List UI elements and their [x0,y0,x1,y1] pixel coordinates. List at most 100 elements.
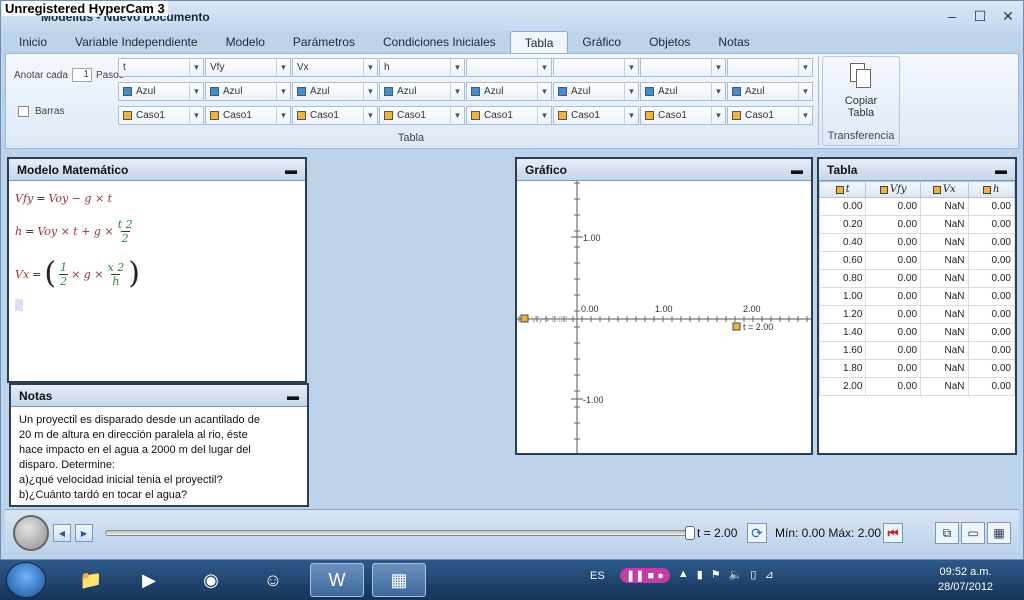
chevron-down-icon[interactable]: ▼ [537,107,551,124]
chevron-down-icon[interactable]: ▼ [711,59,725,76]
minimize-notas-icon[interactable]: ▬ [287,389,299,403]
table-row[interactable]: 1.60 0.00 NaN 0.00 [818,341,1016,360]
chevron-down-icon[interactable]: ▼ [624,83,638,100]
reset-end-icon[interactable]: ⏮ [883,523,903,543]
chevron-down-icon[interactable]: ▼ [363,107,377,124]
table-row[interactable]: 1.80 0.00 NaN 0.00 [818,359,1016,378]
tab-1[interactable]: Variable Independiente [61,31,212,53]
chevron-down-icon[interactable]: ▼ [537,59,551,76]
minimize-grafico-icon[interactable]: ▬ [791,163,803,177]
color-select[interactable]: Azul ▼ [118,82,204,101]
variable-select[interactable]: ▼ [640,58,726,77]
anotar-input[interactable]: 1 [71,68,92,82]
language-indicator[interactable]: ES [590,570,605,582]
modelo-header[interactable]: Modelo Matemático ▬ [9,159,305,181]
graph-canvas[interactable]: 1.00 -1.00 0.00 1.00 2.00 Vfy = 0.00 t =… [517,181,811,453]
chevron-down-icon[interactable]: ▼ [798,107,812,124]
column-header[interactable]: t [818,181,867,198]
table-row[interactable]: 0.60 0.00 NaN 0.00 [818,251,1016,270]
chevron-down-icon[interactable]: ▼ [711,83,725,100]
data-table[interactable]: t Vfy Vx h 0.00 0.00 NaN 0.00 0.20 0.00 NaN 0.00 0.… [818,181,1016,396]
table-row[interactable]: 1.40 0.00 NaN 0.00 [818,323,1016,342]
case-select[interactable]: Caso1 ▼ [466,106,552,125]
variable-select[interactable]: ▼ [727,58,813,77]
case-select[interactable]: Caso1 ▼ [727,106,813,125]
tray-arrow-icon[interactable]: ▲ [678,568,689,583]
chevron-down-icon[interactable]: ▼ [276,83,290,100]
variable-select[interactable]: t ▼ [118,58,204,77]
flag-icon[interactable]: ⚑ [711,568,721,583]
tab-4[interactable]: Condiciones Iniciales [369,31,510,53]
chevron-down-icon[interactable]: ▼ [798,59,812,76]
minimize-panel-icon[interactable]: ▬ [285,163,297,177]
variable-select[interactable]: ▼ [553,58,639,77]
chevron-down-icon[interactable]: ▼ [363,59,377,76]
minimize-icon[interactable]: – [945,8,959,24]
signal-icon[interactable]: ⊿ [764,568,773,583]
start-button[interactable] [6,562,46,598]
table-row[interactable]: 1.00 0.00 NaN 0.00 [818,287,1016,306]
color-select[interactable]: Azul ▼ [292,82,378,101]
equations[interactable]: Vfy = Voy − g × t h = Voy × t + g × t 2 … [9,181,305,315]
color-select[interactable]: Azul ▼ [205,82,291,101]
notas-header[interactable]: Notas ▬ [11,385,307,407]
chevron-down-icon[interactable]: ▼ [363,83,377,100]
tab-7[interactable]: Objetos [635,31,704,53]
table-row[interactable]: 0.00 0.00 NaN 0.00 [818,197,1016,216]
play-button[interactable] [13,515,49,551]
table-row[interactable]: 0.40 0.00 NaN 0.00 [818,233,1016,252]
case-select[interactable]: Caso1 ▼ [379,106,465,125]
grid-view-icon[interactable]: ▦ [987,522,1011,544]
explorer-icon[interactable]: 📁 [64,563,118,597]
chevron-down-icon[interactable]: ▼ [276,107,290,124]
column-header[interactable]: Vfy [865,181,922,198]
chevron-down-icon[interactable]: ▼ [711,107,725,124]
chevron-down-icon[interactable]: ▼ [798,83,812,100]
chevron-down-icon[interactable]: ▼ [624,107,638,124]
chevron-down-icon[interactable]: ▼ [189,59,203,76]
time-slider[interactable] [105,530,690,536]
tab-0[interactable]: Inicio [5,31,61,53]
word-icon[interactable]: W [310,563,364,597]
color-select[interactable]: Azul ▼ [640,82,726,101]
step-forward-button[interactable]: ▶ [75,524,93,542]
chevron-down-icon[interactable]: ▼ [624,59,638,76]
barras-checkbox[interactable] [18,106,29,117]
chevron-down-icon[interactable]: ▼ [450,59,464,76]
grafico-header[interactable]: Gráfico ▬ [517,159,811,181]
variable-select[interactable]: Vfy ▼ [205,58,291,77]
variable-select[interactable]: ▼ [466,58,552,77]
color-select[interactable]: Azul ▼ [379,82,465,101]
recording-icon[interactable]: ❚❚ ■ ● [620,568,670,583]
battery-icon[interactable]: ▯ [750,568,756,583]
chevron-down-icon[interactable]: ▼ [537,83,551,100]
barras-option[interactable]: Barras [18,106,64,117]
copy-table-button[interactable]: Copiar Tabla [829,61,893,127]
case-select[interactable]: Caso1 ▼ [118,106,204,125]
modellus-icon[interactable]: ▦ [372,563,426,597]
color-select[interactable]: Azul ▼ [466,82,552,101]
people-icon[interactable]: ☺ [246,563,300,597]
case-select[interactable]: Caso1 ▼ [292,106,378,125]
chrome-icon[interactable]: ◉ [184,563,238,597]
tab-6[interactable]: Gráfico [568,31,635,53]
tab-8[interactable]: Notas [704,31,763,53]
table-row[interactable]: 0.80 0.00 NaN 0.00 [818,269,1016,288]
refresh-icon[interactable]: ⟳ [747,523,767,543]
column-header[interactable]: Vx [920,181,969,198]
case-select[interactable]: Caso1 ▼ [640,106,726,125]
chevron-down-icon[interactable]: ▼ [450,83,464,100]
case-select[interactable]: Caso1 ▼ [553,106,639,125]
table-row[interactable]: 0.20 0.00 NaN 0.00 [818,215,1016,234]
chevron-down-icon[interactable]: ▼ [189,107,203,124]
media-player-icon[interactable]: ▶ [122,563,176,597]
tab-3[interactable]: Parámetros [279,31,369,53]
tab-2[interactable]: Modelo [212,31,279,53]
chevron-down-icon[interactable]: ▼ [276,59,290,76]
chevron-down-icon[interactable]: ▼ [450,107,464,124]
table-row[interactable]: 1.20 0.00 NaN 0.00 [818,305,1016,324]
cascade-view-icon[interactable]: ⧉ [935,522,959,544]
maximize-icon[interactable]: ☐ [973,8,987,24]
tabla-header[interactable]: Tabla ▬ [819,159,1015,181]
network-icon[interactable]: ▮ [697,568,703,583]
